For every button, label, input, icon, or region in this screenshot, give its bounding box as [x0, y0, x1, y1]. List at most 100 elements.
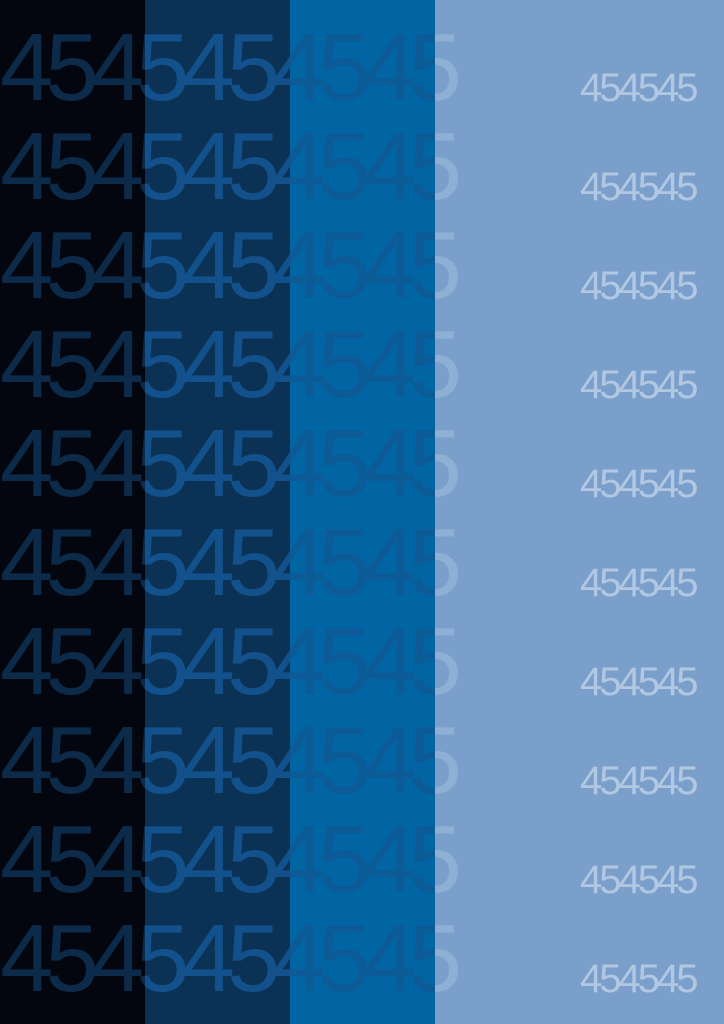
small-digit-text: 454545 [580, 462, 698, 506]
digit-segment: 4545454545 [290, 614, 435, 714]
digit-segment: 4545454545 [290, 515, 435, 615]
large-digit-text: 4545454545 [435, 911, 462, 1011]
poster-canvas: 4545454545454545454545454545454545454545… [0, 0, 724, 1024]
digit-segment: 4545454545 [435, 416, 580, 516]
large-digit-text: 4545454545 [290, 713, 435, 813]
large-digit-text: 4545454545 [145, 911, 290, 1011]
digit-segment: 454545 [580, 416, 724, 516]
digit-segment: 4545454545 [435, 119, 580, 219]
large-digit-text: 4545454545 [435, 515, 462, 615]
large-digit-text: 4545454545 [290, 119, 435, 219]
digit-segment: 4545454545 [145, 515, 290, 615]
digit-segment: 4545454545 [290, 218, 435, 318]
digit-segment: 4545454545 [145, 812, 290, 912]
digit-segment: 4545454545 [0, 911, 145, 1011]
digit-segment: 4545454545 [290, 713, 435, 813]
large-digit-text: 4545454545 [290, 911, 435, 1011]
small-digit-text: 454545 [580, 363, 698, 407]
digit-row: 4545454545454545454545454545454545454545… [0, 20, 724, 120]
digit-segment: 454545 [580, 911, 724, 1011]
digit-segment: 4545454545 [0, 515, 145, 615]
large-digit-text: 4545454545 [145, 119, 290, 219]
large-digit-text: 4545454545 [290, 614, 435, 714]
digit-row: 4545454545454545454545454545454545454545… [0, 119, 724, 219]
digit-row: 4545454545454545454545454545454545454545… [0, 218, 724, 318]
small-digit-text: 454545 [580, 858, 698, 902]
large-digit-text: 4545454545 [435, 614, 462, 714]
large-digit-text: 4545454545 [0, 911, 145, 1011]
digit-segment: 4545454545 [145, 218, 290, 318]
large-digit-text: 4545454545 [290, 515, 435, 615]
digit-row: 4545454545454545454545454545454545454545… [0, 812, 724, 912]
digit-row: 4545454545454545454545454545454545454545… [0, 713, 724, 813]
digit-segment: 4545454545 [435, 317, 580, 417]
large-digit-text: 4545454545 [0, 20, 145, 120]
large-digit-text: 4545454545 [435, 218, 462, 318]
digit-segment: 4545454545 [290, 119, 435, 219]
digit-segment: 4545454545 [435, 614, 580, 714]
digit-segment: 4545454545 [0, 812, 145, 912]
digit-row: 4545454545454545454545454545454545454545… [0, 317, 724, 417]
small-digit-text: 454545 [580, 561, 698, 605]
digit-segment: 4545454545 [0, 119, 145, 219]
digit-row: 4545454545454545454545454545454545454545… [0, 416, 724, 516]
digit-segment: 4545454545 [145, 911, 290, 1011]
small-digit-text: 454545 [580, 66, 698, 110]
large-digit-text: 4545454545 [290, 20, 435, 120]
digit-segment: 454545 [580, 317, 724, 417]
digit-segment: 4545454545 [145, 713, 290, 813]
large-digit-text: 4545454545 [0, 317, 145, 417]
digit-segment: 454545 [580, 812, 724, 912]
digit-segment: 4545454545 [290, 812, 435, 912]
digit-segment: 4545454545 [290, 317, 435, 417]
digit-segment: 4545454545 [145, 317, 290, 417]
digit-segment: 454545 [580, 515, 724, 615]
digit-segment: 454545 [580, 20, 724, 120]
large-digit-text: 4545454545 [0, 515, 145, 615]
large-digit-text: 4545454545 [435, 20, 462, 120]
digit-segment: 4545454545 [435, 911, 580, 1011]
large-digit-text: 4545454545 [0, 614, 145, 714]
large-digit-text: 4545454545 [145, 515, 290, 615]
digit-segment: 454545 [580, 218, 724, 318]
digit-segment: 4545454545 [290, 416, 435, 516]
digit-segment: 4545454545 [435, 20, 580, 120]
small-digit-text: 454545 [580, 264, 698, 308]
large-digit-text: 4545454545 [0, 119, 145, 219]
digit-segment: 4545454545 [290, 20, 435, 120]
digit-segment: 4545454545 [435, 515, 580, 615]
digit-segment: 4545454545 [145, 614, 290, 714]
digit-segment: 4545454545 [435, 218, 580, 318]
digit-segment: 4545454545 [0, 20, 145, 120]
digit-segment: 4545454545 [290, 911, 435, 1011]
digit-segment: 4545454545 [0, 416, 145, 516]
large-digit-text: 4545454545 [0, 812, 145, 912]
digit-segment: 4545454545 [145, 20, 290, 120]
digit-segment: 4545454545 [0, 713, 145, 813]
small-digit-text: 454545 [580, 165, 698, 209]
digit-segment: 4545454545 [145, 416, 290, 516]
large-digit-text: 4545454545 [0, 416, 145, 516]
digit-segment: 4545454545 [435, 713, 580, 813]
large-digit-text: 4545454545 [290, 812, 435, 912]
digit-row: 4545454545454545454545454545454545454545… [0, 911, 724, 1011]
large-digit-text: 4545454545 [290, 416, 435, 516]
small-digit-text: 454545 [580, 660, 698, 704]
digit-segment: 454545 [580, 614, 724, 714]
large-digit-text: 4545454545 [290, 317, 435, 417]
digit-segment: 454545 [580, 119, 724, 219]
large-digit-text: 4545454545 [435, 713, 462, 813]
large-digit-text: 4545454545 [290, 218, 435, 318]
large-digit-text: 4545454545 [435, 317, 462, 417]
small-digit-text: 454545 [580, 759, 698, 803]
digit-segment: 4545454545 [145, 119, 290, 219]
large-digit-text: 4545454545 [145, 614, 290, 714]
digit-segment: 4545454545 [0, 614, 145, 714]
digit-row: 4545454545454545454545454545454545454545… [0, 614, 724, 714]
large-digit-text: 4545454545 [145, 20, 290, 120]
large-digit-text: 4545454545 [145, 812, 290, 912]
digit-row: 4545454545454545454545454545454545454545… [0, 515, 724, 615]
large-digit-text: 4545454545 [435, 119, 462, 219]
digit-segment: 4545454545 [0, 218, 145, 318]
small-digit-text: 454545 [580, 957, 698, 1001]
